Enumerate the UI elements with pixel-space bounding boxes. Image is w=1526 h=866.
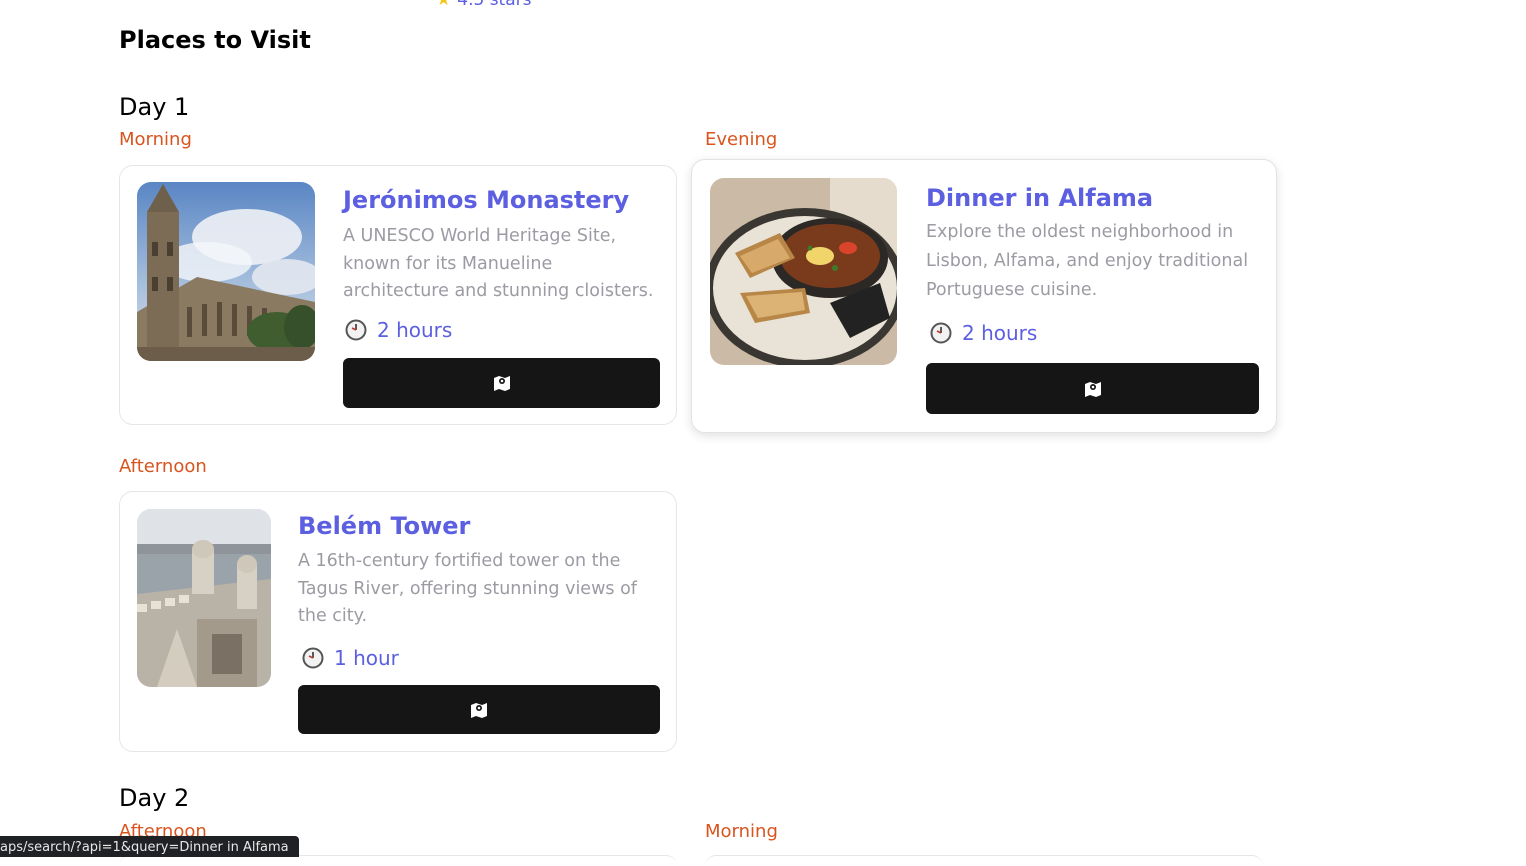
place-photo bbox=[137, 509, 271, 687]
map-button[interactable] bbox=[343, 358, 660, 408]
status-bar-url: aps/search/?api=1&query=Dinner in Alfama bbox=[0, 836, 299, 857]
period-label-morning: Morning bbox=[705, 821, 778, 842]
rating: ★ 4.5 stars bbox=[436, 0, 531, 10]
place-card: Dinner in Alfama Explore the oldest neig… bbox=[691, 159, 1277, 433]
place-description: Explore the oldest neighborhood in Lisbo… bbox=[926, 222, 1249, 300]
day-title: Day 1 bbox=[119, 93, 190, 121]
map-button[interactable] bbox=[926, 363, 1259, 414]
duration: 1 hour bbox=[302, 646, 399, 670]
period-label-evening: Evening bbox=[705, 129, 778, 150]
duration: 2 hours bbox=[345, 318, 452, 342]
day-title: Day 2 bbox=[119, 784, 190, 812]
map-button[interactable] bbox=[298, 685, 660, 734]
map-icon bbox=[493, 376, 510, 391]
duration: 2 hours bbox=[930, 321, 1037, 345]
period-label-morning: Morning bbox=[119, 129, 192, 150]
duration-text: 2 hours bbox=[962, 321, 1038, 345]
place-photo bbox=[137, 182, 315, 361]
period-label-afternoon: Afternoon bbox=[119, 456, 207, 477]
place-name: Dinner in Alfama bbox=[926, 184, 1154, 212]
map-icon bbox=[1084, 381, 1101, 397]
map-icon bbox=[471, 702, 487, 718]
duration-text: 2 hours bbox=[377, 318, 453, 342]
place-description: A 16th-century fortified tower on the Ta… bbox=[298, 551, 637, 626]
place-card: Jerónimos Monastery A UNESCO World Herit… bbox=[119, 165, 677, 425]
place-card: Belém Tower A 16th-century fortified tow… bbox=[119, 491, 677, 752]
clock-icon bbox=[345, 319, 367, 341]
duration-text: 1 hour bbox=[334, 646, 399, 670]
place-photo bbox=[710, 178, 897, 365]
place-description: A UNESCO World Heritage Site, known for … bbox=[343, 226, 654, 301]
clock-icon bbox=[930, 322, 952, 344]
place-name: Belém Tower bbox=[298, 512, 471, 540]
rating-text: 4.5 stars bbox=[457, 0, 532, 10]
section-title: Places to Visit bbox=[119, 26, 311, 54]
place-name: Jerónimos Monastery bbox=[343, 186, 630, 214]
clock-icon bbox=[302, 647, 324, 669]
star-icon: ★ bbox=[436, 0, 452, 10]
